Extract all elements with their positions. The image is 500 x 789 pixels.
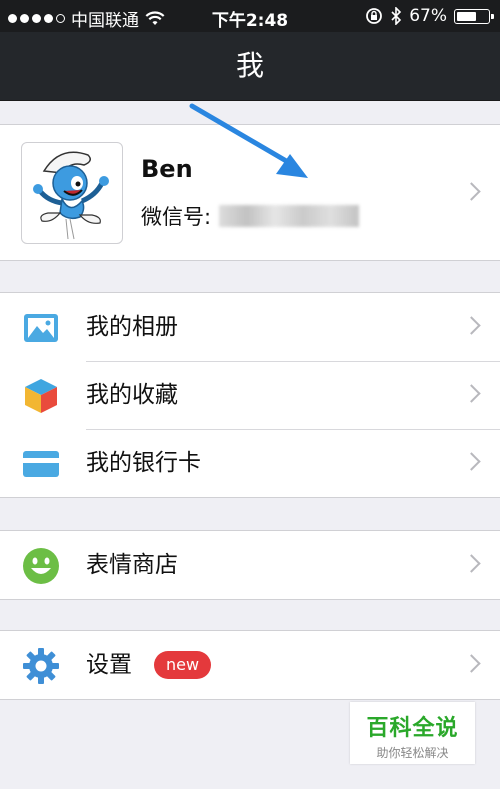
- chevron-right-icon: [462, 452, 481, 471]
- avatar[interactable]: [21, 142, 123, 244]
- chevron-right-icon: [462, 316, 481, 335]
- menu-item-sticker-store[interactable]: 表情商店: [0, 531, 500, 599]
- wechat-id-row: 微信号:: [141, 201, 360, 231]
- watermark-subtitle: 助你轻松解决: [376, 746, 449, 760]
- wechat-id-redacted: [219, 205, 360, 227]
- chevron-right-icon: [462, 181, 481, 201]
- menu-label: 我的收藏: [86, 382, 178, 408]
- smurf-avatar-icon: [33, 151, 109, 240]
- menu-label: 设置: [86, 652, 132, 678]
- chevron-right-icon: [462, 384, 481, 403]
- menu-item-album[interactable]: 我的相册: [0, 293, 500, 361]
- battery-icon: [454, 8, 494, 24]
- watermark-title: 百科全说: [366, 716, 459, 741]
- annotation-arrow-icon: [189, 103, 308, 178]
- chevron-right-icon: [462, 654, 481, 673]
- page-title: 我: [235, 49, 264, 82]
- bank-card-icon: [23, 451, 59, 477]
- menu-label: 表情商店: [86, 552, 178, 578]
- orientation-lock-icon: [366, 8, 383, 24]
- nav-bar: 我: [0, 32, 500, 101]
- menu-label: 我的银行卡: [86, 450, 201, 476]
- bluetooth-icon: [391, 7, 402, 25]
- menu-label: 我的相册: [86, 314, 178, 340]
- chevron-right-icon: [462, 554, 481, 573]
- new-badge: new: [154, 651, 212, 679]
- status-bar: 中国联通 下午2:48 67%: [0, 0, 500, 32]
- menu-item-settings[interactable]: 设置 new: [0, 631, 500, 699]
- favorites-cube-icon: [25, 379, 57, 413]
- menu-item-favorites[interactable]: 我的收藏: [0, 361, 500, 429]
- menu-group-settings: 设置 new: [0, 630, 500, 700]
- battery-percent: 67%: [409, 6, 447, 26]
- menu-item-bank-card[interactable]: 我的银行卡: [0, 429, 500, 497]
- photo-album-icon: [24, 314, 58, 342]
- menu-group-sticker: 表情商店: [0, 530, 500, 600]
- menu-group-collections: 我的相册 我的收藏 我的银行卡: [0, 292, 500, 498]
- watermark-logo: 百科全说 助你轻松解决: [350, 702, 475, 764]
- smiley-icon: [23, 548, 59, 584]
- wechat-id-label: 微信号:: [141, 205, 212, 229]
- gear-icon: [23, 648, 59, 684]
